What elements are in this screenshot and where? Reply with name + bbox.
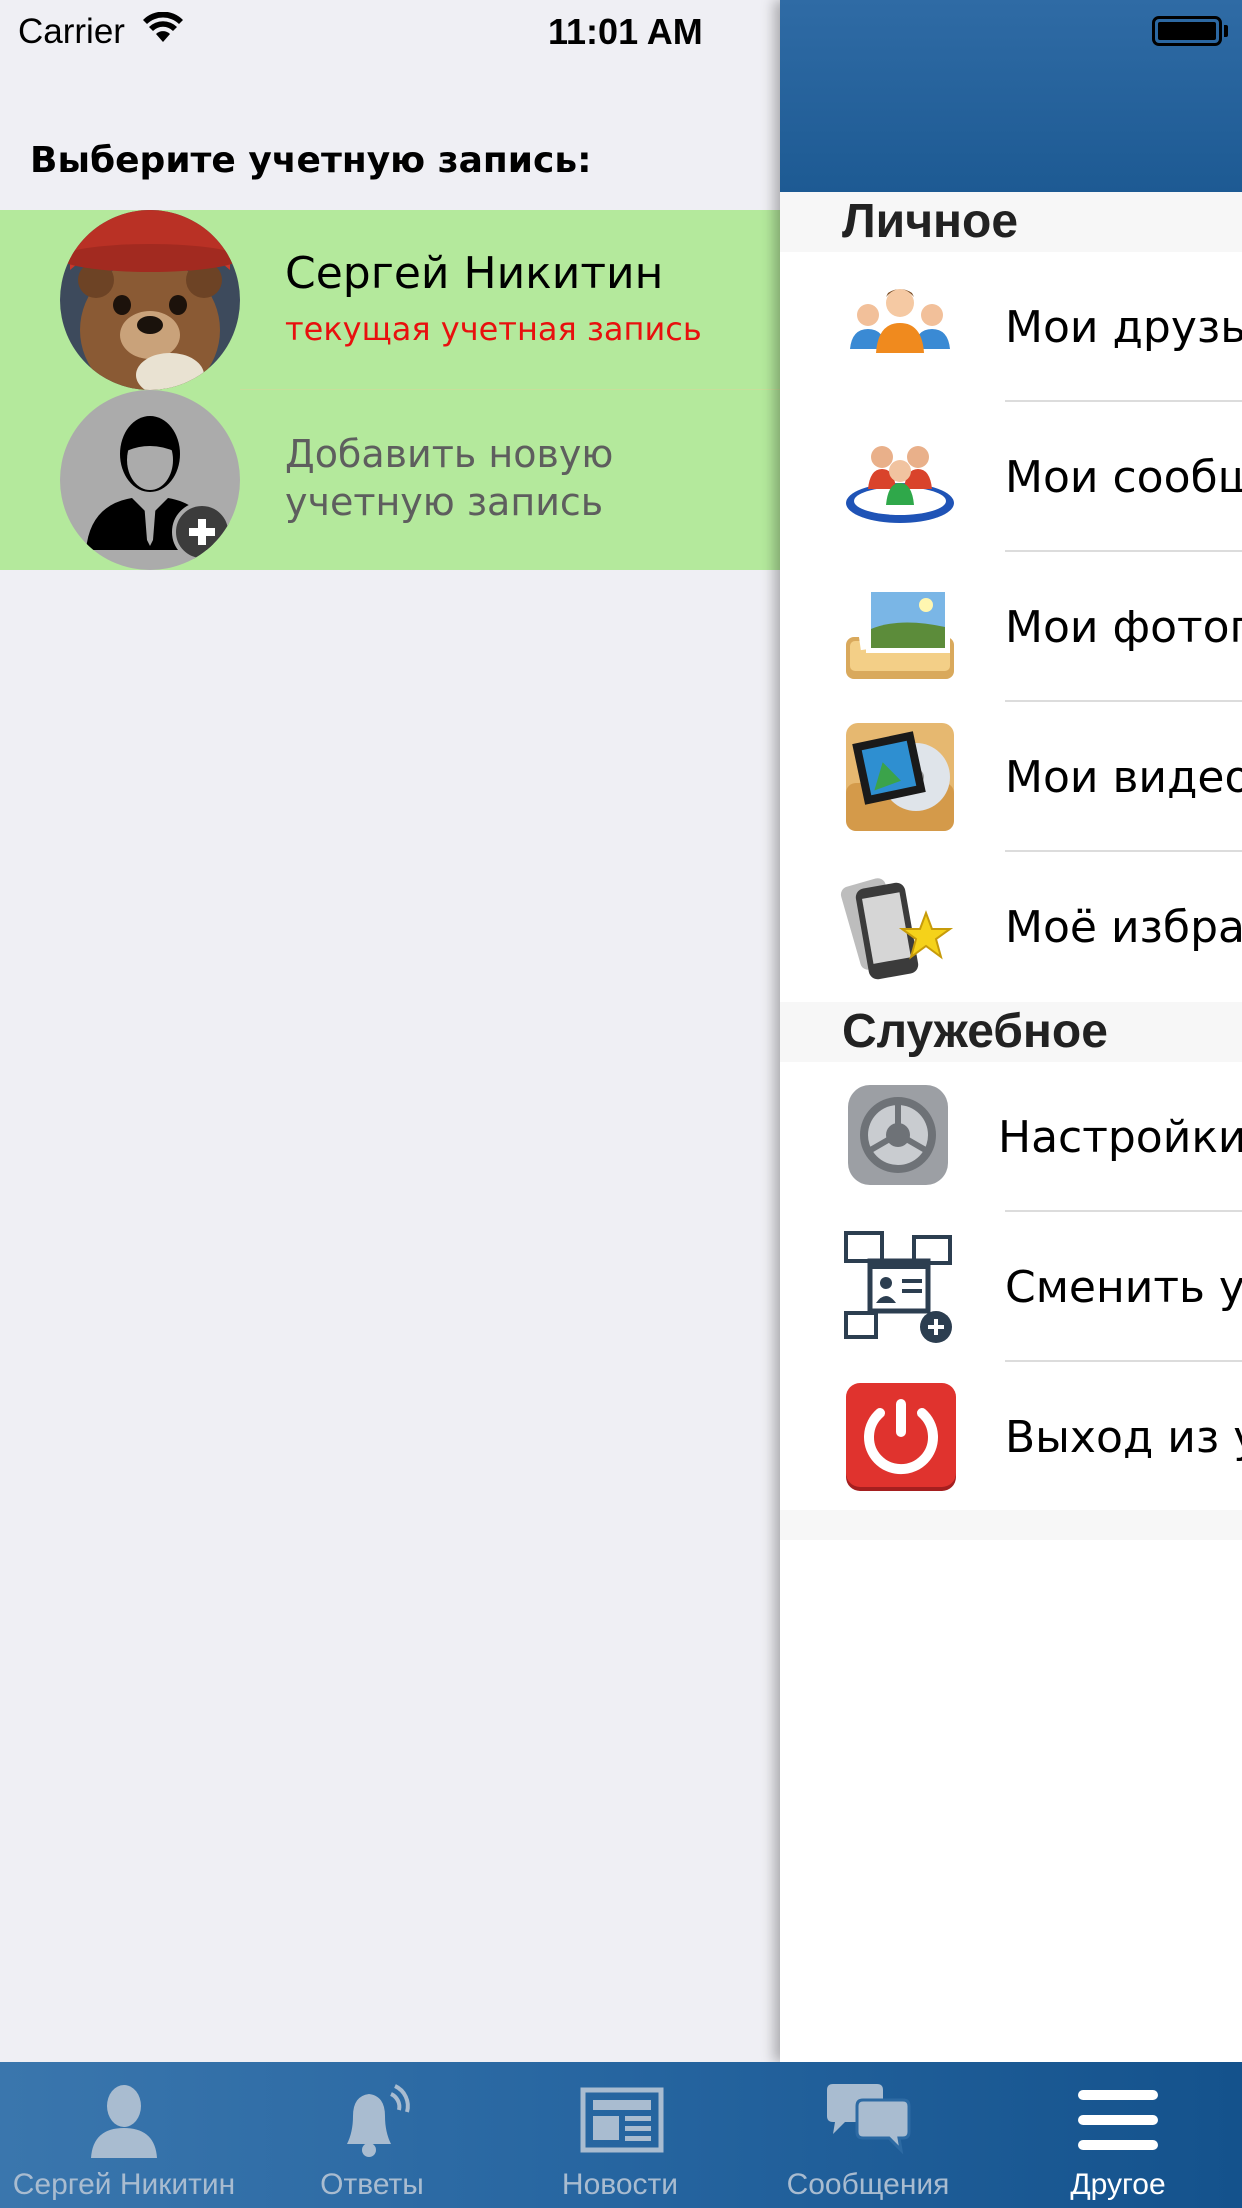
menu-item-communities[interactable]: Мои сообщества (780, 402, 1242, 552)
tab-bar: Сергей Никитин Ответы Новости Сообщения … (0, 2062, 1242, 2208)
tab-messages[interactable]: Сообщения (744, 2062, 992, 2208)
drawer-footer-bar (780, 1510, 1242, 1540)
add-account-label: Добавить новую учетную запись (285, 432, 614, 524)
bell-icon (327, 2080, 417, 2160)
menu-item-videos[interactable]: Мои видео (780, 702, 1242, 852)
bear-avatar (60, 210, 240, 390)
accounts-title: Выберите учетную запись: (30, 140, 592, 181)
menu-icon (1073, 2080, 1163, 2160)
current-account-subtitle: текущая учетная запись (285, 310, 702, 348)
menu-item-favorites[interactable]: Моё избранное (780, 852, 1242, 1002)
menu-label-photos: Мои фотографии (1005, 602, 1242, 653)
tab-news[interactable]: Новости (496, 2062, 744, 2208)
tab-label-other: Другое (1070, 2168, 1166, 2201)
status-time: 11:01 AM (548, 11, 703, 52)
current-account-row[interactable]: Сергей Никитин текущая учетная запись (0, 210, 780, 390)
side-menu-drawer: Личное Мои друзья (780, 0, 1242, 2062)
current-account-name: Сергей Никитин (285, 248, 664, 299)
section-title-service: Служебное (842, 1005, 1108, 1058)
menu-label-videos: Мои видео (1005, 752, 1242, 803)
menu-item-photos[interactable]: Мои фотографии (780, 552, 1242, 702)
communities-icon (840, 417, 960, 537)
tab-label-news: Новости (561, 2168, 679, 2201)
menu-item-switch-account[interactable]: Сменить учетную запись (780, 1212, 1242, 1362)
menu-label-communities: Мои сообщества (1005, 452, 1242, 503)
tab-profile[interactable]: Сергей Никитин (0, 2062, 248, 2208)
menu-item-friends[interactable]: Мои друзья (780, 252, 1242, 402)
battery-tip (1224, 25, 1228, 37)
favorites-icon (840, 867, 960, 987)
switch-account-icon (840, 1227, 960, 1347)
add-account-row[interactable]: Добавить новую учетную запись (0, 390, 780, 570)
status-bar-left: Carrier (18, 10, 183, 54)
section-header-personal: Личное (780, 192, 1242, 252)
add-user-icon (60, 390, 240, 570)
menu-label-settings: Настройки (998, 1112, 1242, 1163)
menu-label-favorites: Моё избранное (1005, 902, 1242, 953)
section-title-personal: Личное (842, 195, 1019, 248)
logout-icon (840, 1377, 960, 1497)
newspaper-icon (575, 2080, 665, 2160)
tab-answers[interactable]: Ответы (248, 2062, 496, 2208)
menu-label-friends: Мои друзья (1005, 302, 1242, 353)
friends-icon (840, 267, 960, 387)
battery-icon (1152, 16, 1222, 46)
videos-icon (840, 717, 960, 837)
person-icon (79, 2080, 169, 2160)
menu-label-switch-account: Сменить учетную запись (1005, 1262, 1242, 1313)
menu-item-logout[interactable]: Выход из учетной записи (780, 1362, 1242, 1512)
menu-item-settings[interactable]: Настройки (780, 1062, 1242, 1212)
section-header-service: Служебное (780, 1002, 1242, 1062)
settings-icon (840, 1077, 960, 1197)
menu-label-logout: Выход из учетной записи (1005, 1412, 1242, 1463)
tab-other[interactable]: Другое (994, 2062, 1242, 2208)
carrier-label: Carrier (18, 12, 125, 51)
photos-icon (840, 567, 960, 687)
tab-label-answers: Ответы (320, 2168, 424, 2201)
chat-bubbles-icon (823, 2080, 913, 2160)
tab-label-profile: Сергей Никитин (12, 2168, 236, 2201)
tab-label-messages: Сообщения (786, 2168, 950, 2201)
wifi-icon (142, 11, 183, 53)
